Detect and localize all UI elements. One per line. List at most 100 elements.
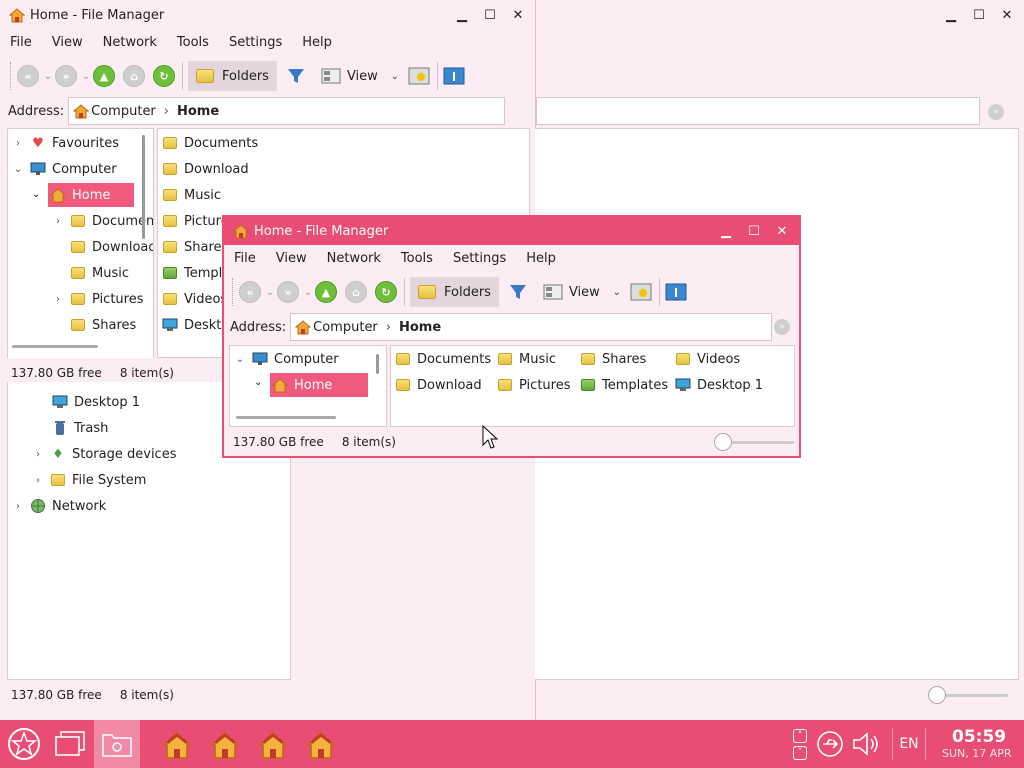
view-dropdown-icon[interactable]: ⌄ <box>610 287 624 298</box>
breadcrumb-computer[interactable]: Computer <box>91 104 156 119</box>
collapse-icon[interactable]: ⌄ <box>234 354 246 365</box>
menu-settings[interactable]: Settings <box>219 35 292 50</box>
tree-item-computer[interactable]: ⌄ Computer <box>234 347 339 371</box>
menu-help[interactable]: Help <box>516 251 566 266</box>
home-nav-icon[interactable]: ⌂ <box>345 281 367 303</box>
menu-file[interactable]: File <box>224 251 266 266</box>
maximize-button[interactable]: ☐ <box>968 4 990 26</box>
taskbar-window-1[interactable] <box>160 728 194 762</box>
menu-network[interactable]: Network <box>93 35 167 50</box>
tree-item-desktop-1[interactable]: Desktop 1 <box>52 390 140 414</box>
forward-dropdown-icon[interactable]: ⌄ <box>301 287 315 298</box>
tree-horizontal-scrollbar[interactable] <box>236 416 336 419</box>
tray-expand-button[interactable]: ˄ ˅ <box>790 722 810 766</box>
back-icon[interactable]: « <box>17 65 39 87</box>
window-titlebar[interactable]: Home - File Manager ▁ ☐ ✕ <box>0 0 535 30</box>
tree-vertical-scrollbar[interactable] <box>142 135 145 239</box>
tree-vertical-scrollbar[interactable] <box>376 354 379 374</box>
minimize-button[interactable]: ▁ <box>715 220 737 242</box>
taskbar-window-3[interactable] <box>256 728 290 762</box>
file-item-templates[interactable]: Templates <box>580 373 668 397</box>
clock-date[interactable]: SUN, 17 APR <box>942 747 1012 760</box>
back-dropdown-icon[interactable]: ⌄ <box>41 71 55 82</box>
folder-tree-panel[interactable]: ⌄ Computer ⌄ Home <box>229 345 387 427</box>
tree-item-shares[interactable]: Shares <box>70 313 136 337</box>
menu-help[interactable]: Help <box>292 35 342 50</box>
close-button[interactable]: ✕ <box>507 4 529 26</box>
tree-item-documents[interactable]: › Documents <box>52 209 153 233</box>
tree-item-computer[interactable]: ⌄ Computer <box>12 157 117 181</box>
refresh-icon[interactable]: ↻ <box>153 65 175 87</box>
start-menu-button[interactable] <box>4 724 44 764</box>
minimize-button[interactable]: ▁ <box>940 4 962 26</box>
menu-network[interactable]: Network <box>317 251 391 266</box>
tree-item-storage-devices[interactable]: › ♦ Storage devices <box>32 442 176 466</box>
maximize-button[interactable]: ☐ <box>479 4 501 26</box>
maximize-button[interactable]: ☐ <box>743 220 765 242</box>
tree-item-home[interactable]: Home <box>48 183 134 207</box>
menu-tools[interactable]: Tools <box>167 35 219 50</box>
expand-icon[interactable]: › <box>12 138 24 149</box>
toolbar-grip[interactable] <box>10 62 13 90</box>
view-button[interactable]: View <box>543 277 600 307</box>
file-item-download[interactable]: Download <box>162 157 249 181</box>
taskbar-window-2[interactable] <box>208 728 242 762</box>
file-item-download[interactable]: Download <box>395 373 482 397</box>
new-window-icon[interactable] <box>630 282 652 302</box>
folder-tree-panel[interactable]: › ♥ Favourites ⌄ Computer Home ⌄ › Docum… <box>7 128 154 358</box>
file-item-desktop-1[interactable]: Desktop 1 <box>675 373 763 397</box>
forward-dropdown-icon[interactable]: ⌄ <box>79 71 93 82</box>
zoom-slider[interactable] <box>714 433 794 451</box>
address-field[interactable]: Computer › Home <box>68 97 506 125</box>
clock-time[interactable]: 05:59 <box>952 727 1006 747</box>
close-button[interactable]: ✕ <box>771 220 793 242</box>
menu-file[interactable]: File <box>0 35 42 50</box>
breadcrumb-home[interactable]: Home <box>399 320 441 335</box>
folders-button[interactable]: Folders <box>188 61 277 91</box>
refresh-icon[interactable]: ↻ <box>375 281 397 303</box>
file-item-music[interactable]: Music <box>162 183 221 207</box>
new-window-icon[interactable] <box>408 66 430 86</box>
back-dropdown-icon[interactable]: ⌄ <box>263 287 277 298</box>
tree-item-file-system[interactable]: › File System <box>32 468 146 492</box>
file-item-documents[interactable]: Documents <box>395 347 491 371</box>
file-list-panel[interactable]: Documents Music Shares Videos Download P… <box>390 345 795 427</box>
tree-item-favourites[interactable]: › ♥ Favourites <box>12 131 119 155</box>
show-windows-button[interactable] <box>50 724 90 764</box>
forward-icon[interactable]: » <box>277 281 299 303</box>
tree-horizontal-scrollbar[interactable] <box>12 345 98 348</box>
usb-tray-button[interactable] <box>814 728 846 760</box>
tree-item-trash[interactable]: Trash <box>52 416 108 440</box>
zoom-slider[interactable] <box>928 686 1008 704</box>
view-dropdown-icon[interactable]: ⌄ <box>388 71 402 82</box>
expand-icon[interactable]: › <box>52 216 64 227</box>
about-icon[interactable] <box>665 282 687 302</box>
forward-icon[interactable]: » <box>55 65 77 87</box>
expand-icon[interactable]: › <box>32 449 44 460</box>
file-item-pictures[interactable]: Pictures <box>497 373 570 397</box>
file-item-music[interactable]: Music <box>497 347 556 371</box>
home-nav-icon[interactable]: ⌂ <box>123 65 145 87</box>
background-window-titlebar[interactable]: ▁ ☐ ✕ <box>536 0 1024 30</box>
breadcrumb-computer[interactable]: Computer <box>313 320 378 335</box>
file-item-shares[interactable]: Shares <box>162 235 228 259</box>
collapse-icon[interactable]: ⌄ <box>254 377 262 388</box>
file-item-documents[interactable]: Documents <box>162 131 258 155</box>
file-item-shares[interactable]: Shares <box>580 347 646 371</box>
file-item-videos[interactable]: Videos <box>162 287 227 311</box>
tree-item-network[interactable]: › Network <box>12 494 106 518</box>
file-item-videos[interactable]: Videos <box>675 347 740 371</box>
address-go-icon[interactable]: » <box>988 104 1004 120</box>
filter-icon[interactable] <box>286 66 306 86</box>
tree-item-home[interactable]: Home <box>270 373 368 397</box>
zoom-slider-knob[interactable] <box>714 433 732 451</box>
view-button[interactable]: View <box>321 61 378 91</box>
expand-icon[interactable]: › <box>32 475 44 486</box>
minimize-button[interactable]: ▁ <box>451 4 473 26</box>
file-manager-launcher[interactable] <box>94 720 140 768</box>
expand-icon[interactable]: › <box>52 294 64 305</box>
close-button[interactable]: ✕ <box>996 4 1018 26</box>
up-icon[interactable]: ▲ <box>93 65 115 87</box>
up-icon[interactable]: ▲ <box>315 281 337 303</box>
window-titlebar[interactable]: Home - File Manager ▁ ☐ ✕ <box>224 217 799 245</box>
